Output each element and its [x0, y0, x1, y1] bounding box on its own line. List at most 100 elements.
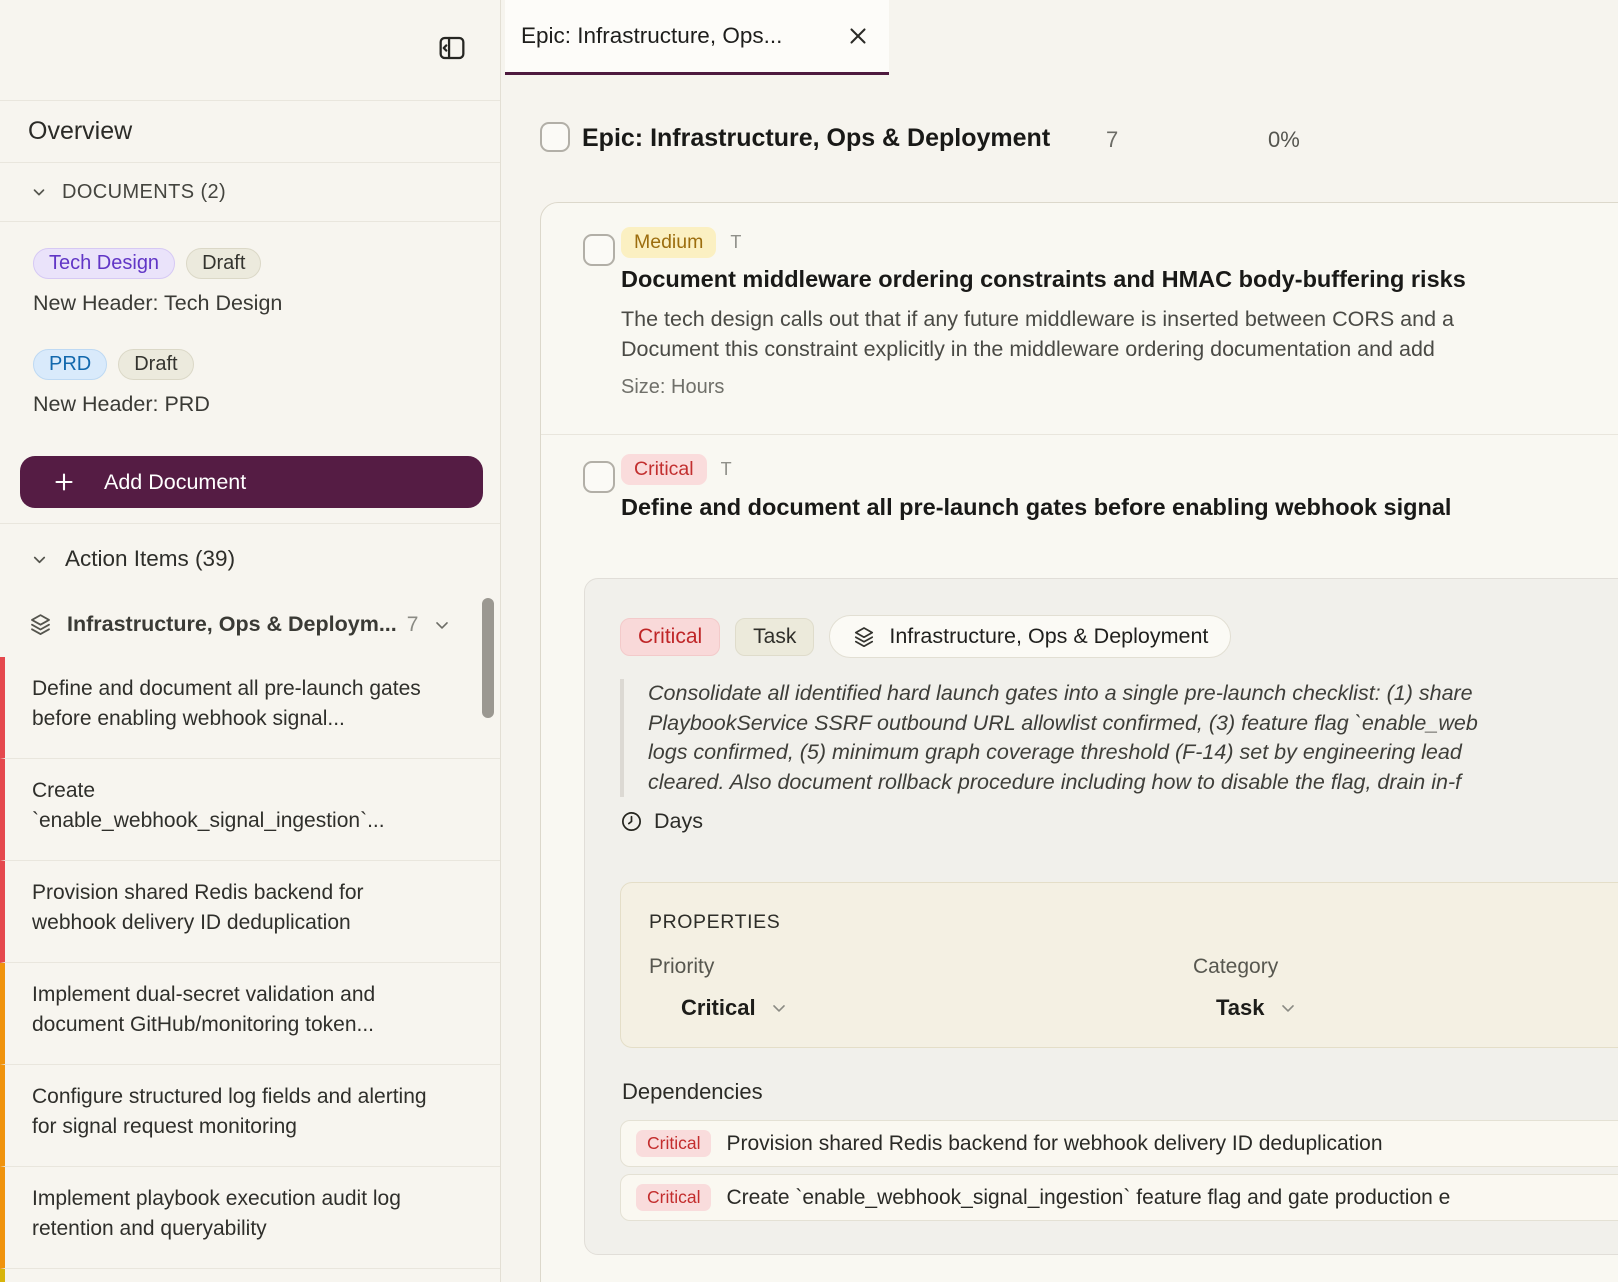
- dependency-text: Provision shared Redis backend for webho…: [726, 1132, 1382, 1156]
- task-title[interactable]: Document middleware ordering constraints…: [621, 266, 1466, 293]
- task-type-letter: T: [730, 232, 741, 253]
- tab-epic-infrastructure[interactable]: Epic: Infrastructure, Ops...: [505, 0, 889, 75]
- category-dropdown[interactable]: Task: [1216, 995, 1298, 1021]
- dependency-priority-badge: Critical: [636, 1184, 711, 1211]
- action-item-text: Implement playbook execution audit log r…: [32, 1184, 448, 1244]
- priority-badge: Medium: [621, 227, 716, 258]
- chevron-down-icon: [769, 998, 789, 1018]
- chevron-down-icon: [30, 550, 49, 569]
- action-items-section-header[interactable]: Action Items (39): [30, 546, 470, 572]
- task-description: The tech design calls out that if any fu…: [621, 304, 1454, 364]
- task-divider: [541, 434, 1618, 435]
- category-value: Task: [1216, 995, 1265, 1021]
- add-document-button[interactable]: Add Document: [20, 456, 483, 508]
- document-badges: Tech Design Draft: [33, 248, 473, 279]
- sidebar-divider: [0, 523, 500, 524]
- layers-icon: [852, 625, 876, 649]
- dependency-item[interactable]: Critical Provision shared Redis backend …: [620, 1120, 1618, 1167]
- group-pill-label: Infrastructure, Ops & Deployment: [889, 624, 1208, 649]
- chevron-down-icon[interactable]: [432, 615, 452, 635]
- layers-icon: [28, 612, 53, 637]
- add-document-label: Add Document: [104, 470, 246, 495]
- sidebar-header: [0, 0, 500, 101]
- overview-label: Overview: [28, 117, 132, 146]
- action-items-group-header[interactable]: Infrastructure, Ops & Deploym... 7: [28, 612, 472, 637]
- chevron-down-icon: [1278, 998, 1298, 1018]
- dependencies-header: Dependencies: [622, 1079, 763, 1105]
- action-item-text: Configure structured log fields and aler…: [32, 1082, 448, 1142]
- task-detail-panel: Critical Task Infrastructure, Ops & Depl…: [584, 578, 1618, 1255]
- group-count: 7: [407, 613, 419, 637]
- properties-panel: PROPERTIES Priority Critical Category Ta…: [620, 882, 1618, 1048]
- priority-badge: Critical: [621, 454, 707, 485]
- task-detail-quote: Consolidate all identified hard launch g…: [620, 679, 1478, 797]
- task-meta-row: Critical T: [621, 454, 732, 485]
- quote-line: PlaybookService SSRF outbound URL allowl…: [648, 709, 1478, 739]
- epic-task-count: 7: [1106, 127, 1118, 153]
- group-pill[interactable]: Infrastructure, Ops & Deployment: [829, 615, 1231, 658]
- category-badge: Task: [735, 618, 814, 656]
- action-item[interactable]: Define and document all pre-launch gates…: [0, 657, 500, 759]
- document-title[interactable]: New Header: Tech Design: [33, 291, 473, 316]
- panel-collapse-icon: [436, 32, 468, 69]
- task-description-line: The tech design calls out that if any fu…: [621, 304, 1454, 334]
- property-label-priority: Priority: [649, 955, 714, 979]
- task-checkbox[interactable]: [583, 234, 615, 266]
- document-badges: PRD Draft: [33, 349, 473, 380]
- sidebar: Overview DOCUMENTS (2) Tech Design Draft…: [0, 0, 501, 1282]
- priority-dropdown[interactable]: Critical: [681, 995, 789, 1021]
- group-label: Infrastructure, Ops & Deploym...: [67, 612, 397, 637]
- action-items-header-label: Action Items (39): [65, 546, 235, 572]
- plus-icon: [52, 470, 76, 494]
- doc-type-badge: PRD: [33, 349, 107, 380]
- action-item-text: Provision shared Redis backend for webho…: [32, 878, 448, 938]
- action-item[interactable]: Provision shared Redis backend for webho…: [0, 861, 500, 963]
- quote-line: logs confirmed, (5) minimum graph covera…: [648, 738, 1478, 768]
- action-item[interactable]: Configure structured log fields and aler…: [0, 1065, 500, 1167]
- priority-badge: Critical: [620, 618, 720, 656]
- action-items-list: Define and document all pre-launch gates…: [0, 657, 500, 1282]
- priority-value: Critical: [681, 995, 756, 1021]
- effort-row: Days: [620, 809, 703, 834]
- action-item-text: Define and document all pre-launch gates…: [32, 674, 448, 734]
- quote-line: Consolidate all identified hard launch g…: [648, 679, 1478, 709]
- dependency-text: Create `enable_webhook_signal_ingestion`…: [726, 1186, 1450, 1210]
- action-item-text: Implement dual-secret validation and doc…: [32, 980, 448, 1040]
- document-item-tech-design[interactable]: Tech Design Draft New Header: Tech Desig…: [33, 248, 473, 316]
- close-icon[interactable]: [845, 23, 871, 49]
- action-item-text: Create `enable_webhook_signal_ingestion`…: [32, 776, 448, 836]
- doc-status-badge: Draft: [186, 248, 261, 279]
- chevron-down-icon: [30, 183, 48, 201]
- task-description-line: Document this constraint explicitly in t…: [621, 334, 1454, 364]
- task-list-card: Medium T Document middleware ordering co…: [540, 202, 1618, 1282]
- tab-label: Epic: Infrastructure, Ops...: [521, 23, 782, 49]
- task-size: Size: Hours: [621, 376, 724, 399]
- effort-label: Days: [654, 809, 703, 834]
- detail-badges-row: Critical Task Infrastructure, Ops & Depl…: [620, 615, 1231, 658]
- epic-checkbox[interactable]: [540, 122, 570, 152]
- document-title[interactable]: New Header: PRD: [33, 392, 473, 417]
- properties-header: PROPERTIES: [649, 911, 780, 934]
- action-item[interactable]: [0, 1269, 500, 1282]
- action-item[interactable]: Implement dual-secret validation and doc…: [0, 963, 500, 1065]
- property-label-category: Category: [1193, 955, 1278, 979]
- sidebar-item-overview[interactable]: Overview: [0, 100, 500, 163]
- document-item-prd[interactable]: PRD Draft New Header: PRD: [33, 349, 473, 417]
- doc-type-badge: Tech Design: [33, 248, 175, 279]
- clock-icon: [620, 810, 643, 833]
- epic-title: Epic: Infrastructure, Ops & Deployment: [582, 124, 1050, 153]
- task-title[interactable]: Define and document all pre-launch gates…: [621, 494, 1451, 521]
- sidebar-collapse-button[interactable]: [434, 32, 470, 68]
- documents-header-label: DOCUMENTS (2): [62, 181, 226, 204]
- epic-progress: 0%: [1268, 127, 1300, 153]
- dependency-item[interactable]: Critical Create `enable_webhook_signal_i…: [620, 1174, 1618, 1221]
- action-item[interactable]: Create `enable_webhook_signal_ingestion`…: [0, 759, 500, 861]
- action-item[interactable]: Implement playbook execution audit log r…: [0, 1167, 500, 1269]
- sidebar-scrollbar-thumb[interactable]: [482, 598, 494, 718]
- task-checkbox[interactable]: [583, 461, 615, 493]
- documents-section-header[interactable]: DOCUMENTS (2): [0, 163, 500, 222]
- doc-status-badge: Draft: [118, 349, 193, 380]
- dependency-priority-badge: Critical: [636, 1130, 711, 1157]
- task-meta-row: Medium T: [621, 227, 741, 258]
- task-type-letter: T: [721, 459, 732, 480]
